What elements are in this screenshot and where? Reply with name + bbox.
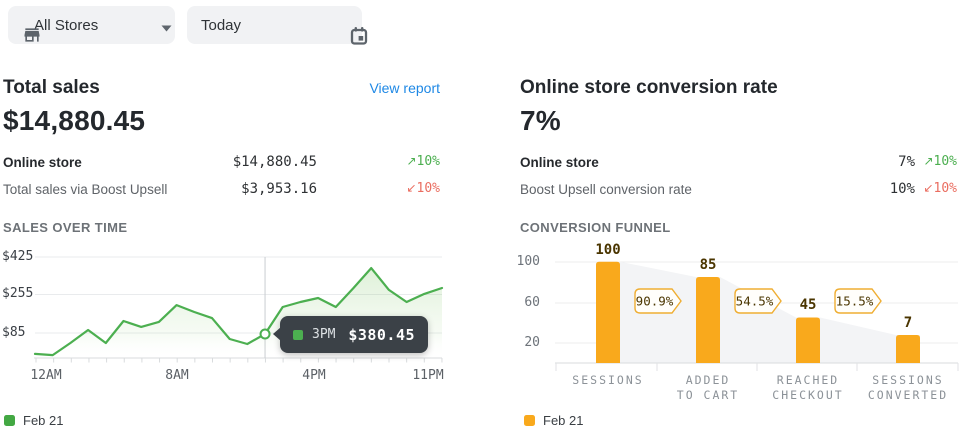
total-sales-value: $14,880.45 — [3, 105, 145, 137]
bar-value-label: 7 — [883, 315, 933, 331]
trend-up-icon: ↗ — [406, 154, 416, 168]
date-filter-label: Today — [201, 17, 241, 34]
stage-rate-value: 54.5% — [736, 294, 774, 309]
delta-badge: ↗10% — [923, 154, 957, 169]
funnel-bar — [596, 262, 620, 363]
bar-value-label: 45 — [783, 297, 833, 313]
delta-value: 10% — [417, 181, 440, 196]
analytics-dashboard: All Stores Today Total sales View report… — [0, 0, 960, 431]
x-tick-label: 4PM — [286, 368, 342, 383]
metric-row: Online store 7% ↗10% — [520, 153, 957, 175]
funnel-category-label: ADDEDTO CART — [653, 373, 763, 403]
delta-value: 10% — [417, 154, 440, 169]
funnel-bar — [896, 335, 920, 363]
tooltip-time: 3PM — [312, 327, 335, 342]
sales-line-chart — [0, 245, 450, 385]
funnel-category-label: SESSIONS — [553, 373, 663, 388]
metric-value: $14,880.45 — [233, 154, 317, 170]
stage-rate-value: 15.5% — [836, 294, 874, 309]
store-filter-button[interactable]: All Stores — [8, 6, 175, 44]
metric-label: Total sales via Boost Upsell — [3, 182, 167, 197]
delta-value: 10% — [934, 154, 957, 169]
metric-value: $3,953.16 — [241, 181, 317, 197]
legend-label: Feb 21 — [23, 413, 63, 428]
metric-value: 10% — [890, 181, 915, 197]
delta-badge: ↙10% — [923, 181, 957, 196]
date-filter-button[interactable]: Today — [187, 6, 362, 44]
conversion-value: 7% — [520, 105, 561, 137]
conversion-funnel-heading: CONVERSION FUNNEL — [520, 220, 671, 235]
funnel-bar — [696, 277, 720, 363]
x-tick-label: 8AM — [149, 368, 205, 383]
view-report-link[interactable]: View report — [369, 80, 440, 96]
tooltip-value: $380.45 — [348, 326, 415, 344]
x-tick-label: 11PM — [400, 368, 456, 383]
stage-rate-value: 90.9% — [636, 294, 674, 309]
metric-value: 7% — [898, 154, 915, 170]
funnel-category-label: REACHEDCHECKOUT — [753, 373, 863, 403]
metric-label: Online store — [3, 155, 82, 170]
store-filter-label: All Stores — [34, 17, 98, 34]
delta-badge: ↙10% — [406, 181, 440, 196]
series-swatch — [293, 330, 303, 340]
sales-over-time-heading: SALES OVER TIME — [3, 220, 127, 235]
conversion-title: Online store conversion rate — [520, 77, 778, 99]
trend-down-icon: ↙ — [923, 181, 933, 195]
metric-row: Total sales via Boost Upsell $3,953.16 ↙… — [3, 180, 440, 202]
chart-tooltip: 3PM $380.45 — [280, 316, 428, 353]
legend-swatch-green — [4, 415, 15, 426]
bar-value-label: 100 — [583, 242, 633, 258]
legend-label: Feb 21 — [543, 413, 583, 428]
funnel-legend-item[interactable]: Feb 21 — [524, 413, 583, 428]
delta-value: 10% — [934, 181, 957, 196]
metric-row: Online store $14,880.45 ↗10% — [3, 153, 440, 175]
metric-row: Boost Upsell conversion rate 10% ↙10% — [520, 180, 957, 202]
funnel-category-label: SESSIONSCONVERTED — [853, 373, 960, 403]
total-sales-title: Total sales — [3, 77, 100, 99]
delta-badge: ↗10% — [406, 154, 440, 169]
x-tick-label: 12AM — [18, 368, 74, 383]
metric-label: Boost Upsell conversion rate — [520, 182, 692, 197]
trend-up-icon: ↗ — [923, 154, 933, 168]
sales-legend-item[interactable]: Feb 21 — [4, 413, 63, 428]
legend-swatch-orange — [524, 415, 535, 426]
trend-down-icon: ↙ — [406, 181, 416, 195]
funnel-bar — [796, 317, 820, 363]
bar-value-label: 85 — [683, 257, 733, 273]
metric-label: Online store — [520, 155, 599, 170]
